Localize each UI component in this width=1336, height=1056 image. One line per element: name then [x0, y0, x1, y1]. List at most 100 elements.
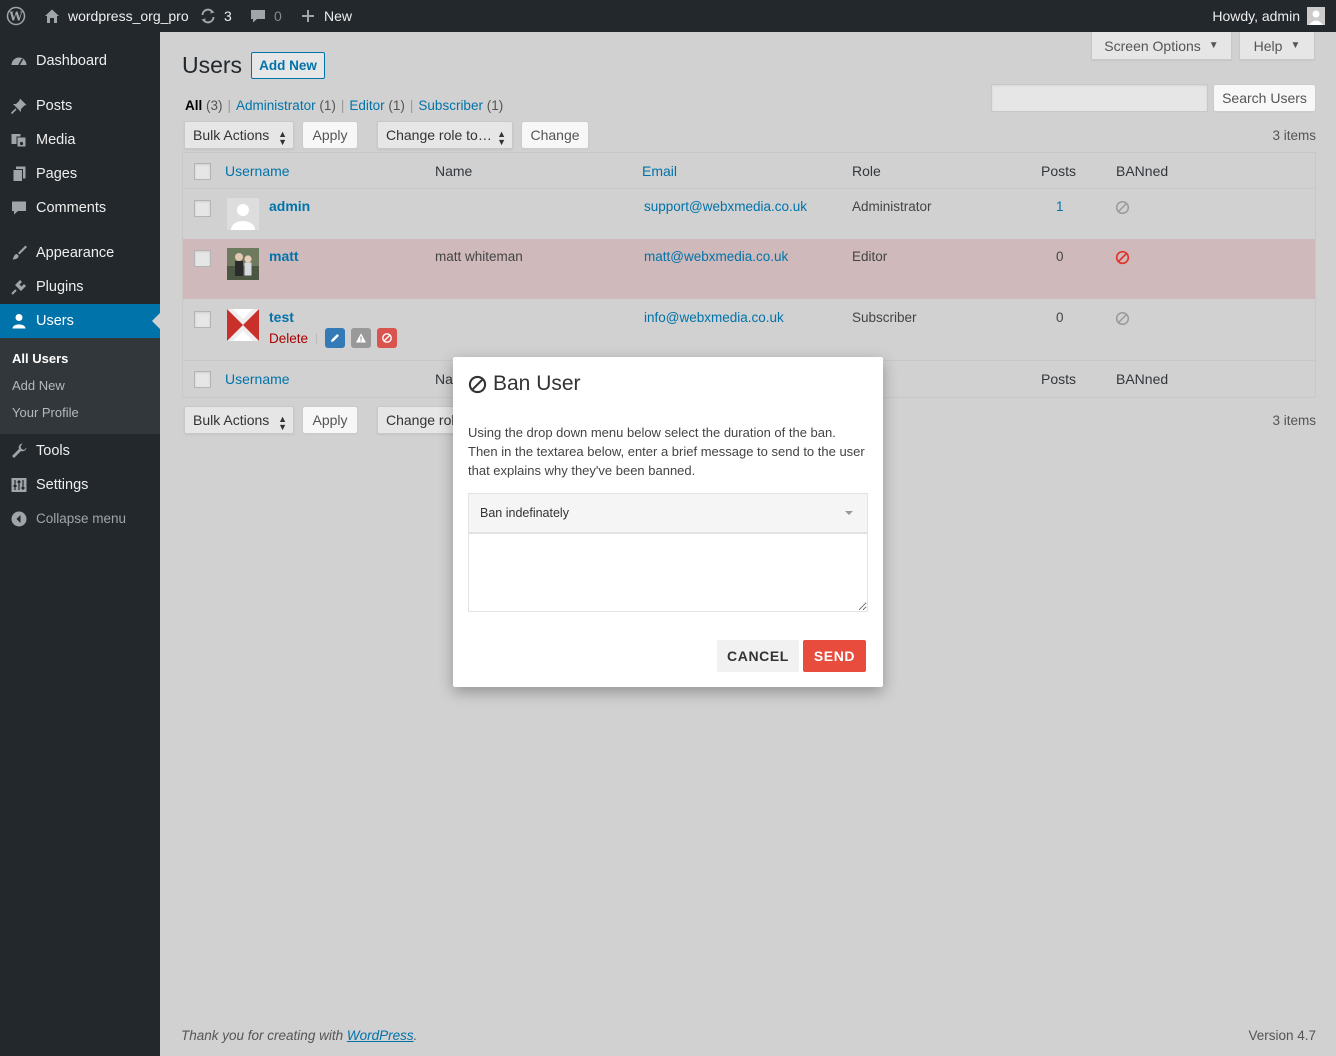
menu-settings[interactable]: Settings: [0, 468, 160, 502]
email-link[interactable]: support@webxmedia.co.uk: [644, 199, 807, 214]
ban-duration-select[interactable]: Ban indefinately: [468, 493, 868, 533]
settings-icon: [9, 475, 29, 495]
menu-pages[interactable]: Pages: [0, 157, 160, 191]
user-icon: [9, 311, 29, 331]
menu-appearance[interactable]: Appearance: [0, 236, 160, 270]
add-new-user-button[interactable]: Add New: [251, 52, 325, 79]
username-link[interactable]: matt: [269, 248, 299, 264]
email-link[interactable]: info@webxmedia.co.uk: [644, 310, 784, 325]
edit-pencil-icon[interactable]: [325, 328, 346, 348]
submenu-all-users[interactable]: All Users: [12, 351, 68, 366]
select-arrows-icon: ▲ ▼: [497, 129, 506, 147]
updates-icon: [198, 6, 218, 26]
help-button[interactable]: Help ▼: [1239, 32, 1315, 60]
media-icon: [9, 130, 29, 150]
warning-icon[interactable]: [351, 328, 372, 348]
comment-bubble-icon: [248, 6, 268, 26]
howdy-text: Howdy, admin: [1212, 8, 1300, 24]
submenu-your-profile[interactable]: Your Profile: [12, 405, 79, 420]
new-content-menu[interactable]: New: [298, 0, 352, 32]
banned-status-icon[interactable]: [1115, 250, 1130, 265]
menu-tools[interactable]: Tools: [0, 434, 160, 468]
ban-icon: [468, 375, 487, 394]
comments-icon: [9, 198, 29, 218]
filter-administrator[interactable]: Administrator (1): [236, 98, 336, 113]
column-name: Name: [435, 163, 473, 179]
cancel-button[interactable]: CANCEL: [717, 640, 799, 672]
user-role-filters: All (3) | Administrator (1) | Editor (1) | Sub…: [185, 98, 504, 113]
username-link[interactable]: test: [269, 309, 294, 325]
table-row: admin support@webxmedia.co.uk Administra…: [183, 189, 1315, 239]
ban-user-modal: Ban User Using the drop down menu below …: [453, 357, 883, 687]
menu-comments[interactable]: Comments: [0, 191, 160, 225]
column-name-footer: Na: [435, 371, 453, 387]
posts-count-link[interactable]: 1: [1056, 199, 1064, 214]
pages-icon: [9, 164, 29, 184]
menu-dashboard[interactable]: Dashboard: [0, 44, 160, 78]
menu-posts[interactable]: Posts: [0, 89, 160, 123]
column-username[interactable]: Username: [225, 163, 290, 179]
menu-plugins[interactable]: Plugins: [0, 270, 160, 304]
menu-media[interactable]: Media: [0, 123, 160, 157]
site-name-menu[interactable]: wordpress_org_pro: [42, 0, 189, 32]
search-users-button[interactable]: Search Users: [1213, 84, 1316, 112]
updates-count: 3: [224, 8, 232, 24]
email-link[interactable]: matt@webxmedia.co.uk: [644, 249, 788, 264]
username-link[interactable]: admin: [269, 198, 310, 214]
row-actions: Delete |: [269, 328, 398, 348]
submenu-add-new[interactable]: Add New: [12, 378, 65, 393]
column-username-footer[interactable]: Username: [225, 371, 290, 387]
wrench-icon: [9, 441, 29, 461]
ban-message-textarea[interactable]: [468, 533, 868, 612]
filter-editor[interactable]: Editor (1): [349, 98, 405, 113]
role-cell: Subscriber: [852, 310, 917, 325]
wp-logo-menu[interactable]: W: [6, 0, 26, 32]
apply-button-bottom[interactable]: Apply: [302, 406, 358, 434]
new-label: New: [324, 8, 353, 24]
column-email[interactable]: Email: [642, 163, 677, 179]
select-all-checkbox-bottom[interactable]: [194, 371, 211, 388]
menu-users[interactable]: Users: [0, 304, 160, 338]
column-banned-footer: BANned: [1116, 371, 1169, 387]
search-users-input[interactable]: [991, 84, 1208, 112]
collapse-menu-button[interactable]: Collapse menu: [0, 502, 160, 536]
collapse-icon: [9, 509, 29, 529]
row-checkbox[interactable]: [194, 311, 211, 328]
wordpress-logo-icon: W: [6, 6, 26, 26]
comments-menu[interactable]: 0: [248, 0, 282, 32]
plugin-icon: [9, 277, 29, 297]
bulk-actions-select-bottom[interactable]: Bulk Actions ▲ ▼: [184, 406, 294, 434]
avatar: [227, 248, 259, 280]
screen-options-button[interactable]: Screen Options ▼: [1091, 32, 1232, 60]
admin-bar: W wordpress_org_pro 3 0 New Howdy, admin: [0, 0, 1336, 32]
comments-count: 0: [274, 8, 282, 24]
items-count-top: 3 items: [1272, 128, 1316, 143]
select-arrows-icon: ▲ ▼: [278, 129, 287, 147]
change-role-select-top[interactable]: Change role to… ▲ ▼: [377, 121, 513, 149]
row-checkbox[interactable]: [194, 250, 211, 267]
wordpress-link[interactable]: WordPress: [347, 1028, 414, 1043]
caret-down-icon: ▼: [1290, 40, 1301, 51]
ban-icon[interactable]: [377, 328, 398, 348]
ban-status-icon[interactable]: [1115, 200, 1130, 215]
bulk-actions-select-top[interactable]: Bulk Actions ▲ ▼: [184, 121, 294, 149]
my-account-menu[interactable]: Howdy, admin: [1212, 0, 1326, 32]
row-checkbox[interactable]: [194, 200, 211, 217]
column-role: Role: [852, 163, 881, 179]
select-all-checkbox[interactable]: [194, 163, 211, 180]
filter-subscriber[interactable]: Subscriber (1): [418, 98, 503, 113]
modal-title: Ban User: [468, 372, 581, 396]
current-menu-arrow: [152, 313, 160, 329]
filter-all[interactable]: All (3): [185, 98, 223, 113]
delete-user-link[interactable]: Delete: [269, 331, 308, 346]
updates-menu[interactable]: 3: [198, 0, 232, 32]
name-cell: matt whiteman: [435, 249, 523, 264]
ban-status-icon[interactable]: [1115, 311, 1130, 326]
apply-button-top[interactable]: Apply: [302, 121, 358, 149]
column-posts-footer: Posts: [1041, 371, 1077, 387]
posts-count: 0: [1056, 249, 1064, 264]
chevron-down-icon: [845, 511, 853, 515]
admin-sidebar: Dashboard Posts Media Pages Comments App…: [0, 32, 160, 1056]
send-button[interactable]: SEND: [803, 640, 866, 672]
change-role-button-top[interactable]: Change: [521, 121, 589, 149]
